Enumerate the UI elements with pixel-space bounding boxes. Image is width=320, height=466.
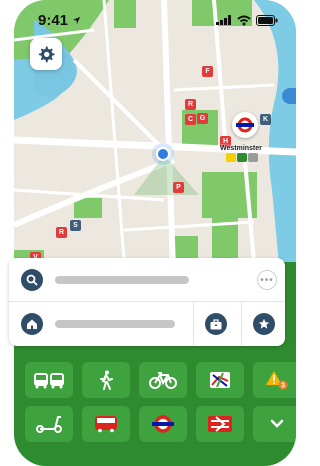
map-poi-marker[interactable]: R: [185, 99, 196, 110]
station-lines: [226, 153, 258, 162]
chevron-down-icon: [270, 419, 284, 428]
clock-text: 9:41: [38, 11, 69, 29]
mode-map-button[interactable]: [196, 362, 244, 398]
row-divider: [193, 302, 194, 346]
district-line-chip: [237, 153, 247, 162]
jubilee-line-chip: [248, 153, 258, 162]
bus-icon: [95, 416, 117, 433]
station-label[interactable]: Westminster: [220, 145, 262, 152]
star-icon: [258, 318, 270, 329]
ellipsis-icon: •••: [260, 274, 274, 286]
search-placeholder-bar[interactable]: [55, 275, 189, 284]
map-poi-marker[interactable]: S: [70, 220, 81, 231]
search-button[interactable]: [21, 268, 43, 291]
alert-icon: 3: [266, 371, 288, 390]
briefcase-icon: [210, 318, 222, 329]
phone-screen: F R C G H K P R S V Westminster 9:41: [14, 0, 296, 466]
map-poi-marker[interactable]: K: [260, 114, 271, 125]
work-button[interactable]: [205, 313, 227, 335]
mode-cycle-button[interactable]: [139, 362, 187, 398]
shortcuts-row: [9, 302, 285, 346]
current-location-dot: [156, 147, 170, 161]
wifi-icon: [237, 15, 251, 25]
scooter-icon: [36, 416, 62, 433]
map-poi-marker[interactable]: F: [202, 66, 213, 77]
mode-alerts-button[interactable]: 3: [253, 362, 296, 398]
station-pin[interactable]: [232, 112, 258, 138]
signal-icon: [216, 15, 231, 25]
mode-national-rail-button[interactable]: [196, 406, 244, 442]
map-icon: [210, 372, 230, 388]
home-button[interactable]: [21, 313, 43, 335]
national-rail-icon: [208, 416, 232, 432]
underground-roundel-icon: [152, 415, 174, 433]
map-poi-marker[interactable]: R: [56, 227, 67, 238]
alert-badge-count: 3: [281, 383, 285, 390]
location-arrow-icon: [72, 16, 81, 24]
walk-icon: [100, 370, 113, 390]
search-row[interactable]: •••: [9, 258, 285, 302]
map-poi-marker[interactable]: P: [173, 182, 184, 193]
bicycle-icon: [149, 372, 177, 389]
home-icon: [27, 319, 37, 329]
mode-walk-button[interactable]: [82, 362, 130, 398]
row-divider: [241, 302, 242, 346]
circle-line-chip: [226, 153, 236, 162]
more-modes-button[interactable]: [253, 406, 296, 442]
mode-bus-train-button[interactable]: [25, 362, 73, 398]
mode-underground-button[interactable]: [139, 406, 187, 442]
search-icon: [26, 274, 38, 285]
search-card: •••: [9, 258, 285, 346]
map-poi-marker[interactable]: C: [185, 114, 196, 125]
status-time: 9:41: [38, 12, 81, 29]
battery-icon: [256, 14, 278, 26]
settings-button[interactable]: [30, 38, 62, 70]
status-icons: [216, 14, 278, 26]
status-bar: 9:41: [14, 0, 296, 40]
underground-roundel-icon: [236, 117, 254, 133]
bus-train-icon: [34, 373, 64, 389]
mode-scooter-button[interactable]: [25, 406, 73, 442]
more-options-button[interactable]: •••: [257, 270, 277, 290]
mode-bus-button[interactable]: [82, 406, 130, 442]
home-address-bar[interactable]: [55, 320, 175, 328]
favourites-button[interactable]: [253, 313, 275, 335]
side-panel-tab[interactable]: [282, 88, 296, 104]
gear-icon: [38, 46, 55, 63]
map-poi-marker[interactable]: G: [197, 113, 208, 124]
